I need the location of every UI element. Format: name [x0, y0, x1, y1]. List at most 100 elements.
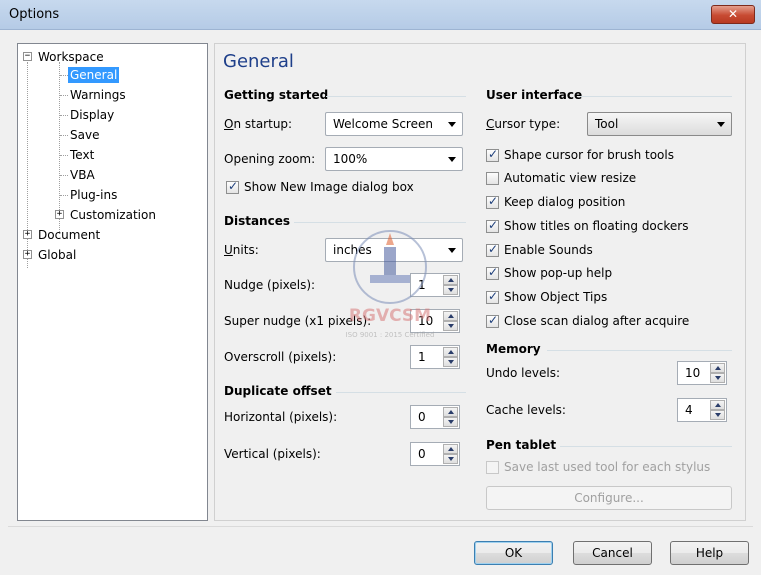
- group-divider: [547, 350, 732, 351]
- show-new-image-checkbox[interactable]: Show New Image dialog box: [226, 179, 466, 196]
- spin-down-icon[interactable]: [710, 410, 725, 420]
- checkbox-label: Keep dialog position: [504, 195, 626, 209]
- spin-down-icon[interactable]: [443, 357, 458, 367]
- checkbox-box[interactable]: [226, 179, 239, 194]
- checkbox-box[interactable]: [486, 172, 499, 185]
- checkbox-box[interactable]: [486, 147, 499, 162]
- expand-icon[interactable]: +: [23, 230, 32, 239]
- checkbox-box[interactable]: [486, 242, 499, 257]
- group-divider: [336, 392, 466, 393]
- ok-button[interactable]: OK: [474, 541, 553, 565]
- checkbox-label: Shape cursor for brush tools: [504, 148, 674, 162]
- spin-up-icon[interactable]: [443, 407, 458, 417]
- horizontal-value: 0: [418, 410, 426, 424]
- spin-up-icon[interactable]: [710, 363, 725, 373]
- collapse-icon[interactable]: −: [23, 52, 32, 61]
- tree-item-label: Text: [70, 148, 95, 162]
- tree-item-general[interactable]: General: [68, 66, 120, 84]
- cache-levels-label: Cache levels:: [486, 403, 566, 417]
- help-button[interactable]: Help: [670, 541, 749, 565]
- cache-levels-value: 4: [685, 403, 693, 417]
- tree-item-label: Display: [70, 108, 115, 122]
- checkbox-box[interactable]: [486, 218, 499, 233]
- chevron-down-icon: [448, 122, 456, 127]
- spin-up-icon[interactable]: [710, 400, 725, 410]
- close-button[interactable]: ✕: [711, 5, 755, 24]
- spin-down-icon[interactable]: [710, 373, 725, 383]
- checkbox-label: Show pop-up help: [504, 266, 613, 280]
- undo-levels-stepper[interactable]: 10: [677, 361, 727, 385]
- tree-item-plugins[interactable]: Plug-ins: [70, 186, 117, 204]
- vertical-value: 0: [418, 447, 426, 461]
- group-title-getting-started: Getting started: [224, 88, 329, 102]
- tree-item-label: Save: [70, 128, 100, 142]
- cursor-type-select[interactable]: Tool: [587, 112, 732, 136]
- group-title-user-interface: User interface: [486, 88, 583, 102]
- keep-dialog-position-checkbox[interactable]: Keep dialog position: [486, 194, 736, 211]
- checkbox-label: Show titles on floating dockers: [504, 219, 689, 233]
- group-divider: [560, 446, 732, 447]
- settings-panel: General Getting started On startup: Welc…: [214, 43, 746, 521]
- tree-item-display[interactable]: Display: [70, 106, 114, 124]
- overscroll-label: Overscroll (pixels):: [224, 350, 337, 364]
- dialog-client: − Workspace General Warnings Display Sav…: [0, 30, 761, 575]
- cancel-button[interactable]: Cancel: [573, 541, 652, 565]
- units-label: Units:: [224, 243, 259, 257]
- horizontal-label: Horizontal (pixels):: [224, 410, 338, 424]
- spin-down-icon[interactable]: [443, 454, 458, 464]
- group-divider: [326, 96, 466, 97]
- tree-item-warnings[interactable]: Warnings: [70, 86, 126, 104]
- watermark-subtext: ISO 9001 : 2015 Certified: [346, 331, 435, 339]
- on-startup-select[interactable]: Welcome Screen: [325, 112, 463, 136]
- checkbox-box[interactable]: [486, 313, 499, 328]
- expand-icon[interactable]: +: [23, 250, 32, 259]
- window-title: Options: [9, 7, 60, 22]
- watermark-text: RGVCSM: [349, 306, 431, 326]
- show-object-tips-checkbox[interactable]: Show Object Tips: [486, 289, 736, 306]
- show-popup-help-checkbox[interactable]: Show pop-up help: [486, 265, 736, 282]
- tree-item-label: Workspace: [38, 50, 104, 64]
- checkbox-box[interactable]: [486, 461, 499, 474]
- checkbox-label: Automatic view resize: [504, 171, 637, 185]
- spin-down-icon[interactable]: [443, 417, 458, 427]
- group-title-distances: Distances: [224, 214, 290, 228]
- checkbox-label: Show Object Tips: [504, 290, 608, 304]
- group-title-duplicate-offset: Duplicate offset: [224, 384, 332, 398]
- undo-levels-value: 10: [685, 366, 701, 380]
- group-divider: [294, 222, 466, 223]
- opening-zoom-label: Opening zoom:: [224, 152, 316, 166]
- close-scan-dialog-checkbox[interactable]: Close scan dialog after acquire: [486, 313, 736, 330]
- vertical-stepper[interactable]: 0: [410, 442, 460, 466]
- chevron-down-icon: [717, 122, 725, 127]
- cache-levels-stepper[interactable]: 4: [677, 398, 727, 422]
- category-tree[interactable]: − Workspace General Warnings Display Sav…: [17, 43, 208, 521]
- checkbox-label: Close scan dialog after acquire: [504, 314, 690, 328]
- enable-sounds-checkbox[interactable]: Enable Sounds: [486, 242, 736, 259]
- tree-item-save[interactable]: Save: [70, 126, 99, 144]
- horizontal-stepper[interactable]: 0: [410, 405, 460, 429]
- cursor-type-label: Cursor type:: [486, 117, 561, 131]
- tree-item-label: Plug-ins: [70, 188, 118, 202]
- shape-cursor-checkbox[interactable]: Shape cursor for brush tools: [486, 147, 736, 164]
- tree-item-text[interactable]: Text: [70, 146, 94, 164]
- tree-item-label: General: [68, 67, 120, 83]
- opening-zoom-select[interactable]: 100%: [325, 147, 463, 171]
- tree-item-label: VBA: [70, 168, 95, 182]
- title-bar: Options ✕: [0, 0, 761, 30]
- tree-item-vba[interactable]: VBA: [70, 166, 95, 184]
- on-startup-label: On startup:: [224, 117, 293, 131]
- show-titles-floating-dockers-checkbox[interactable]: Show titles on floating dockers: [486, 218, 736, 235]
- spin-up-icon[interactable]: [443, 444, 458, 454]
- save-last-tool-checkbox[interactable]: Save last used tool for each stylus: [486, 460, 736, 476]
- checkbox-label: Enable Sounds: [504, 243, 593, 257]
- automatic-view-resize-checkbox[interactable]: Automatic view resize: [486, 171, 736, 187]
- tree-item-label: Customization: [70, 208, 156, 222]
- checkbox-box[interactable]: [486, 265, 499, 280]
- vertical-label: Vertical (pixels):: [224, 447, 321, 461]
- expand-icon[interactable]: +: [55, 210, 64, 219]
- chevron-down-icon: [448, 157, 456, 162]
- checkbox-label: Show New Image dialog box: [244, 180, 414, 194]
- checkbox-box[interactable]: [486, 194, 499, 209]
- checkbox-box[interactable]: [486, 289, 499, 304]
- configure-button[interactable]: Configure...: [486, 486, 732, 510]
